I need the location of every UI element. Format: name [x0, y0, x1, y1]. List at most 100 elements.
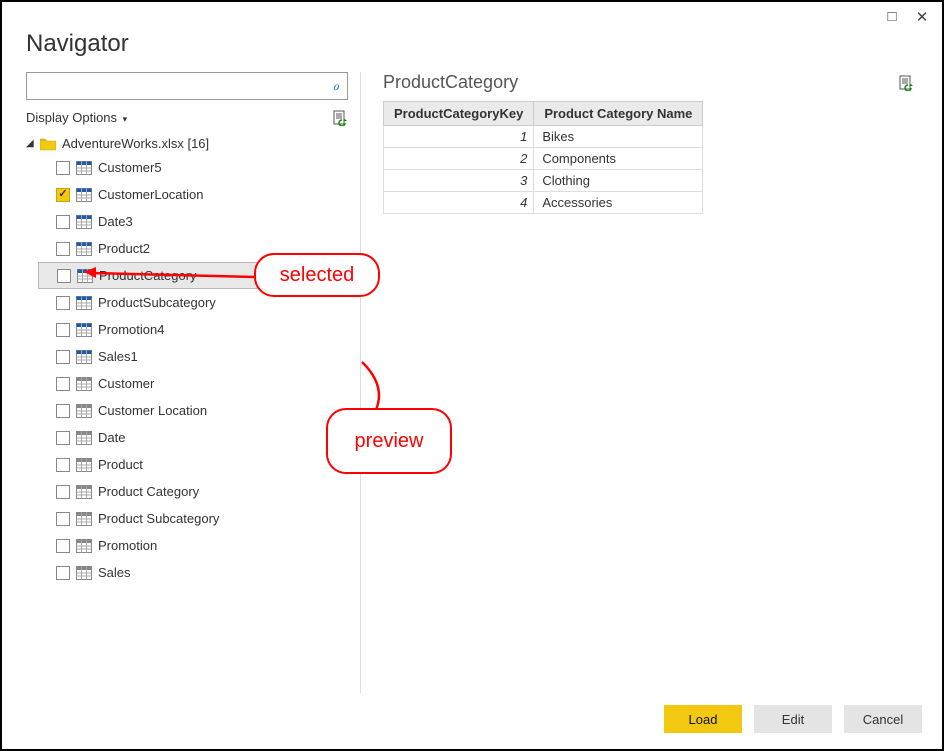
- tree-item-label: ProductSubcategory: [98, 295, 216, 310]
- tree-item[interactable]: Product Subcategory: [52, 505, 348, 532]
- table-header[interactable]: ProductCategoryKey: [384, 102, 534, 126]
- table-icon: [76, 242, 92, 256]
- tree-item-label: Sales1: [98, 349, 138, 364]
- table-header-row: ProductCategoryKey Product Category Name: [384, 102, 703, 126]
- tree-item-label: CustomerLocation: [98, 187, 204, 202]
- checkbox[interactable]: [56, 323, 70, 337]
- titlebar: □ ✕: [2, 2, 942, 26]
- tree-item[interactable]: CustomerLocation: [52, 181, 348, 208]
- checkbox[interactable]: [56, 404, 70, 418]
- tree-item-label: Sales: [98, 565, 131, 580]
- preview-header: ProductCategory: [383, 72, 914, 93]
- tree-item-label: Customer5: [98, 160, 162, 175]
- table-row[interactable]: 1Bikes: [384, 126, 703, 148]
- tree-item-label: Customer Location: [98, 403, 207, 418]
- checkbox[interactable]: [57, 269, 71, 283]
- table-row[interactable]: 2Components: [384, 148, 703, 170]
- checkbox[interactable]: [56, 512, 70, 526]
- checkbox[interactable]: [56, 377, 70, 391]
- table-icon: [76, 161, 92, 175]
- edit-button[interactable]: Edit: [754, 705, 832, 733]
- table-header[interactable]: Product Category Name: [534, 102, 703, 126]
- preview-title: ProductCategory: [383, 72, 518, 93]
- cell-name: Accessories: [534, 192, 703, 214]
- left-pane: ℴ Display Options ▾: [26, 72, 361, 693]
- table-row[interactable]: 4Accessories: [384, 192, 703, 214]
- navigator-tree: ◢ AdventureWorks.xlsx [16] Customer5: [26, 131, 348, 693]
- cell-name: Components: [534, 148, 703, 170]
- cell-name: Clothing: [534, 170, 703, 192]
- maximize-icon[interactable]: □: [882, 8, 902, 26]
- checkbox[interactable]: [56, 215, 70, 229]
- load-button[interactable]: Load: [664, 705, 742, 733]
- window-title: Navigator: [26, 30, 918, 58]
- display-options-dropdown[interactable]: Display Options ▾: [26, 108, 127, 127]
- tree-item[interactable]: Promotion4: [52, 316, 348, 343]
- tree-item[interactable]: Date: [52, 424, 348, 451]
- cell-key: 3: [384, 170, 534, 192]
- checkbox[interactable]: [56, 458, 70, 472]
- checkbox[interactable]: [56, 188, 70, 202]
- checkbox[interactable]: [56, 296, 70, 310]
- tree-item-label: Product: [98, 457, 143, 472]
- cell-key: 4: [384, 192, 534, 214]
- tree-item[interactable]: Sales: [52, 559, 348, 586]
- search-input[interactable]: [27, 73, 325, 99]
- expander-icon[interactable]: ◢: [26, 138, 36, 149]
- header: Navigator: [2, 26, 942, 72]
- table-icon: [76, 458, 92, 472]
- checkbox[interactable]: [56, 566, 70, 580]
- tree-item[interactable]: Customer5: [52, 154, 348, 181]
- chevron-down-icon: ▾: [123, 114, 128, 124]
- close-icon[interactable]: ✕: [912, 8, 932, 26]
- table-row[interactable]: 3Clothing: [384, 170, 703, 192]
- tree-item-label: Product Category: [98, 484, 199, 499]
- tree-item[interactable]: Customer: [52, 370, 348, 397]
- navigator-window: □ ✕ Navigator ℴ Display Options ▾: [0, 0, 944, 751]
- search-box[interactable]: ℴ: [26, 72, 348, 100]
- table-icon: [76, 296, 92, 310]
- tree-item-label: Promotion: [98, 538, 157, 553]
- tree-item-label: Product Subcategory: [98, 511, 219, 526]
- preview-refresh-icon[interactable]: [898, 75, 914, 91]
- table-icon: [76, 512, 92, 526]
- body: ℴ Display Options ▾: [2, 72, 942, 693]
- tree-item-label: Promotion4: [98, 322, 164, 337]
- tree-item[interactable]: Sales1: [52, 343, 348, 370]
- search-icon[interactable]: ℴ: [325, 78, 347, 95]
- preview-table: ProductCategoryKey Product Category Name…: [383, 101, 703, 214]
- tree-item[interactable]: Date3: [52, 208, 348, 235]
- checkbox[interactable]: [56, 431, 70, 445]
- tree-item-label: Customer: [98, 376, 154, 391]
- tree-item-label: Date3: [98, 214, 133, 229]
- annotation-preview: preview: [326, 408, 452, 474]
- checkbox[interactable]: [56, 485, 70, 499]
- preview-pane: ProductCategory ProductCategoryKey: [361, 72, 932, 693]
- tree-item[interactable]: Product Category: [52, 478, 348, 505]
- display-options-label: Display Options: [26, 110, 117, 125]
- options-row: Display Options ▾: [26, 108, 348, 127]
- table-icon: [76, 431, 92, 445]
- cancel-button[interactable]: Cancel: [844, 705, 922, 733]
- footer: Load Edit Cancel: [2, 693, 942, 749]
- table-icon: [76, 377, 92, 391]
- annotation-arrow: [84, 267, 266, 291]
- checkbox[interactable]: [56, 242, 70, 256]
- folder-icon: [40, 137, 56, 151]
- refresh-icon[interactable]: [332, 110, 348, 126]
- checkbox[interactable]: [56, 539, 70, 553]
- cell-key: 1: [384, 126, 534, 148]
- table-icon: [76, 539, 92, 553]
- annotation-tail: [356, 360, 396, 412]
- tree-item[interactable]: Promotion: [52, 532, 348, 559]
- tree-item-label: Date: [98, 430, 125, 445]
- checkbox[interactable]: [56, 350, 70, 364]
- cell-name: Bikes: [534, 126, 703, 148]
- tree-item[interactable]: Customer Location: [52, 397, 348, 424]
- tree-root[interactable]: ◢ AdventureWorks.xlsx [16]: [26, 133, 348, 154]
- cell-key: 2: [384, 148, 534, 170]
- checkbox[interactable]: [56, 161, 70, 175]
- tree-item[interactable]: Product: [52, 451, 348, 478]
- table-icon: [76, 350, 92, 364]
- table-icon: [76, 566, 92, 580]
